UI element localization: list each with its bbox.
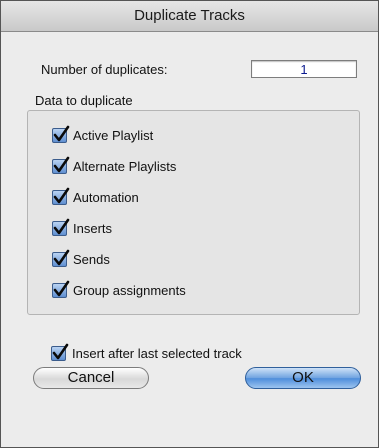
insert-after-last-selected-checkbox[interactable]	[51, 343, 69, 361]
sends-option[interactable]: Sends	[52, 249, 110, 268]
active-playlist-checkbox[interactable]	[52, 125, 70, 143]
inserts-option[interactable]: Inserts	[52, 218, 113, 237]
inserts-checkbox[interactable]	[52, 218, 70, 236]
alternate-playlists-checkbox[interactable]	[52, 156, 70, 174]
duplicate-tracks-dialog: Duplicate Tracks Number of duplicates: D…	[0, 0, 379, 448]
automation-label: Automation	[73, 189, 139, 205]
data-to-duplicate-group: Active Playlist Alternate Playlists Auto…	[27, 110, 360, 315]
sends-label: Sends	[73, 251, 110, 267]
group-assignments-label: Group assignments	[73, 282, 186, 298]
number-of-duplicates-input[interactable]	[251, 60, 357, 78]
checkmark-icon	[52, 343, 69, 359]
window-title: Duplicate Tracks	[1, 1, 378, 32]
checkmark-icon	[53, 125, 70, 141]
automation-checkbox[interactable]	[52, 187, 70, 205]
active-playlist-option[interactable]: Active Playlist	[52, 125, 154, 144]
insert-after-last-selected-option[interactable]: Insert after last selected track	[51, 343, 242, 362]
automation-option[interactable]: Automation	[52, 187, 139, 206]
insert-after-last-selected-label: Insert after last selected track	[72, 345, 242, 361]
checkmark-icon	[53, 280, 70, 296]
active-playlist-label: Active Playlist	[73, 127, 154, 143]
checkmark-icon	[53, 218, 70, 234]
checkmark-icon	[53, 156, 70, 172]
alternate-playlists-label: Alternate Playlists	[73, 158, 177, 174]
checkmark-icon	[53, 249, 70, 265]
data-to-duplicate-label: Data to duplicate	[35, 93, 133, 108]
checkmark-icon	[53, 187, 70, 203]
cancel-button[interactable]: Cancel	[33, 367, 149, 389]
ok-button[interactable]: OK	[245, 367, 361, 389]
group-assignments-checkbox[interactable]	[52, 280, 70, 298]
alternate-playlists-option[interactable]: Alternate Playlists	[52, 156, 177, 175]
number-of-duplicates-label: Number of duplicates:	[41, 62, 168, 77]
group-assignments-option[interactable]: Group assignments	[52, 280, 186, 299]
inserts-label: Inserts	[73, 220, 113, 236]
sends-checkbox[interactable]	[52, 249, 70, 267]
